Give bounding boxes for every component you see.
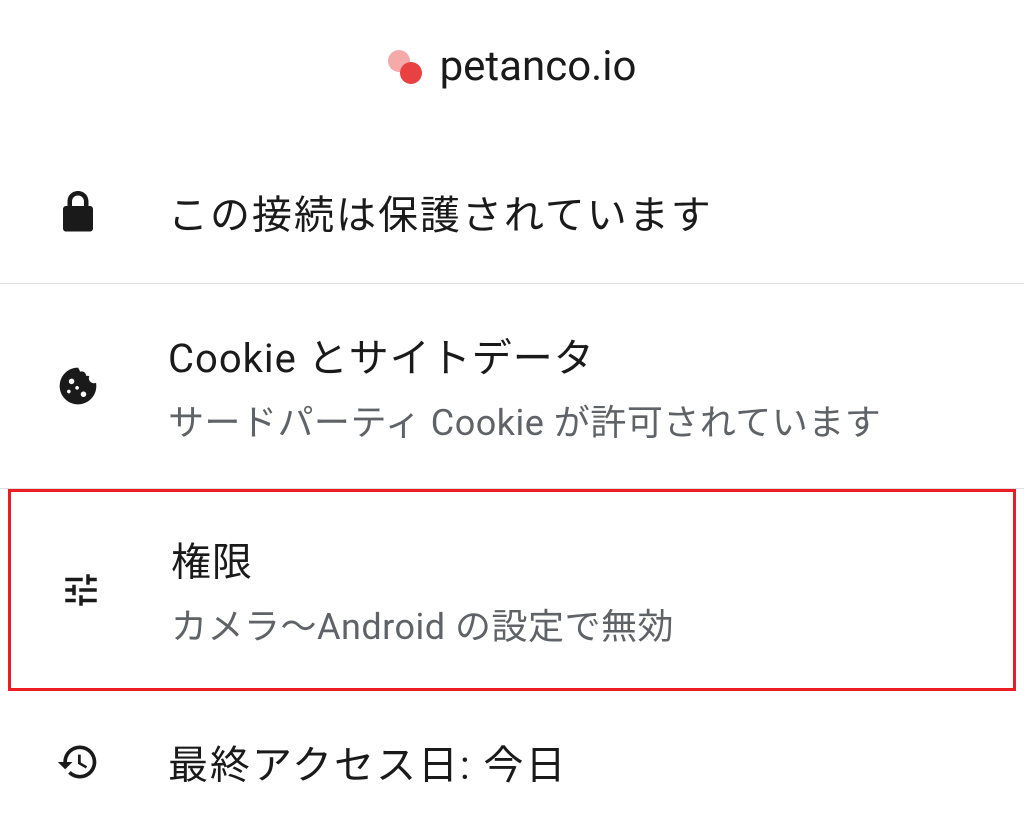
site-info-sheet: petanco.io この接続は保護されています Cookie とサイトデータ … bbox=[0, 0, 1024, 837]
connection-row[interactable]: この接続は保護されています bbox=[0, 141, 1024, 283]
site-favicon-icon bbox=[388, 50, 422, 84]
background-image-strip bbox=[0, 789, 1024, 837]
history-icon bbox=[56, 740, 100, 784]
cookies-content: Cookie とサイトデータ サードパーティ Cookie が許可されています bbox=[168, 326, 984, 446]
site-header: petanco.io bbox=[0, 0, 1024, 141]
site-title: petanco.io bbox=[440, 42, 637, 91]
permissions-content: 権限 カメラ～Android の設定で無効 bbox=[171, 530, 981, 650]
permissions-subtitle: カメラ～Android の設定で無効 bbox=[171, 598, 981, 650]
cookie-icon bbox=[56, 364, 100, 408]
permissions-row[interactable]: 権限 カメラ～Android の設定で無効 bbox=[8, 489, 1016, 691]
tune-icon bbox=[59, 568, 103, 612]
lock-icon bbox=[56, 190, 100, 234]
cookies-title: Cookie とサイトデータ bbox=[168, 326, 984, 384]
sheet-inner: petanco.io この接続は保護されています Cookie とサイトデータ … bbox=[0, 0, 1024, 794]
connection-content: この接続は保護されています bbox=[168, 183, 984, 241]
cookies-row[interactable]: Cookie とサイトデータ サードパーティ Cookie が許可されています bbox=[0, 284, 1024, 488]
connection-title: この接続は保護されています bbox=[168, 183, 984, 241]
last-access-title: 最終アクセス日: 今日 bbox=[168, 733, 984, 791]
cookies-subtitle: サードパーティ Cookie が許可されています bbox=[168, 394, 984, 446]
last-access-row[interactable]: 最終アクセス日: 今日 bbox=[0, 691, 1024, 794]
permissions-title: 権限 bbox=[171, 530, 981, 588]
last-access-content: 最終アクセス日: 今日 bbox=[168, 733, 984, 791]
